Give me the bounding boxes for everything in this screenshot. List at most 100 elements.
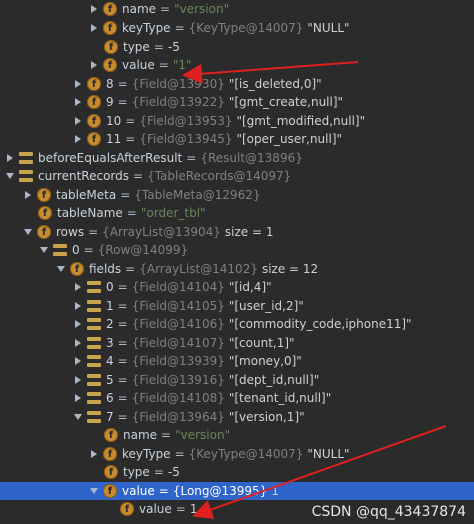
object-reference: {Result@13896}	[200, 151, 303, 165]
tree-row[interactable]: f tableName = "order_tbl"	[0, 204, 474, 222]
expand-right-icon[interactable]	[4, 152, 16, 164]
expand-right-icon[interactable]	[72, 318, 84, 330]
object-icon	[87, 281, 101, 293]
object-reference: {Field@14106}	[131, 317, 225, 331]
tree-row[interactable]: f tableMeta = {TableMeta@12962}	[0, 186, 474, 204]
tree-row[interactable]: f type = -5	[0, 38, 474, 56]
field-icon: f	[87, 132, 101, 146]
string-value: "version"	[175, 428, 231, 442]
expand-right-icon[interactable]	[72, 115, 84, 127]
tree-row[interactable]: currentRecords = {TableRecords@14097}	[0, 167, 474, 185]
variable-value: "[gmt_create,null]"	[228, 95, 344, 109]
field-icon: f	[87, 77, 101, 91]
variable-value: 1	[271, 484, 279, 498]
expand-right-icon[interactable]	[72, 96, 84, 108]
expand-right-icon[interactable]	[72, 392, 84, 404]
equals-sign: =	[174, 21, 185, 35]
variable-name: name	[123, 428, 158, 442]
variable-value: "[tenant_id,null]"	[228, 391, 332, 405]
expand-right-icon[interactable]	[72, 300, 84, 312]
tree-row[interactable]: 6 = {Field@14108} "[tenant_id,null]"	[0, 389, 474, 407]
expand-right-icon[interactable]	[88, 3, 100, 15]
tree-row[interactable]: 3 = {Field@14107} "[count,1]"	[0, 334, 474, 352]
expand-down-icon[interactable]	[22, 226, 34, 238]
equals-sign: =	[117, 391, 128, 405]
string-value: "order_tbl"	[140, 206, 206, 220]
field-icon: f	[70, 262, 84, 276]
expand-down-icon[interactable]	[4, 170, 16, 182]
field-icon: f	[104, 40, 118, 54]
equals-sign: =	[117, 77, 128, 91]
expand-right-icon[interactable]	[72, 78, 84, 90]
variable-value: "NULL"	[307, 21, 350, 35]
equals-sign: =	[126, 206, 137, 220]
tree-row[interactable]: f fields = {ArrayList@14102} size = 12	[0, 260, 474, 278]
expand-right-icon[interactable]	[72, 281, 84, 293]
tree-row[interactable]: f value = {Long@13995} 1	[0, 482, 474, 500]
equals-sign: =	[125, 114, 136, 128]
variable-name: keyType	[122, 447, 171, 461]
equals-sign: =	[88, 225, 99, 239]
object-reference: {Field@14108}	[131, 391, 225, 405]
variable-name: 6	[106, 391, 114, 405]
expand-right-icon[interactable]	[72, 355, 84, 367]
expand-down-icon[interactable]	[55, 263, 67, 275]
expand-right-icon[interactable]	[88, 59, 100, 71]
expand-right-icon[interactable]	[88, 448, 100, 460]
tree-row[interactable]: f keyType = {KeyType@14007} "NULL"	[0, 19, 474, 37]
field-icon: f	[37, 188, 51, 202]
object-reference: {Field@13953}	[139, 114, 233, 128]
field-icon: f	[103, 58, 117, 72]
tree-row[interactable]: f rows = {ArrayList@13904} size = 1	[0, 223, 474, 241]
equals-sign: =	[153, 465, 164, 479]
expand-right-icon[interactable]	[22, 189, 34, 201]
tree-row[interactable]: f value = "1"	[0, 56, 474, 74]
equals-sign: =	[117, 410, 128, 424]
equals-sign: =	[158, 58, 169, 72]
variable-value: "[user_id,2]"	[228, 299, 304, 313]
tree-row[interactable]: 0 = {Field@14104} "[id,4]"	[0, 278, 474, 296]
tree-row[interactable]: 7 = {Field@13964} "[version,1]"	[0, 408, 474, 426]
tree-row[interactable]: 1 = {Field@14105} "[user_id,2]"	[0, 297, 474, 315]
variable-name: 5	[106, 373, 114, 387]
variable-name: 0	[106, 280, 114, 294]
expand-down-icon[interactable]	[88, 485, 100, 497]
expand-down-icon[interactable]	[38, 244, 50, 256]
tree-row[interactable]: 4 = {Field@13939} "[money,0]"	[0, 352, 474, 370]
object-reference: {Field@13945}	[139, 132, 233, 146]
tree-row[interactable]: beforeEqualsAfterResult = {Result@13896}	[0, 149, 474, 167]
equals-sign: =	[175, 502, 186, 516]
equals-sign: =	[174, 447, 185, 461]
tree-row[interactable]: f name = "version"	[0, 0, 474, 18]
tree-row[interactable]: f type = -5	[0, 463, 474, 481]
tree-row[interactable]: f keyType = {KeyType@14007} "NULL"	[0, 445, 474, 463]
object-reference: {Field@13916}	[131, 373, 225, 387]
object-reference: {Field@14105}	[131, 299, 225, 313]
tree-row[interactable]: 2 = {Field@14106} "[commodity_code,iphone11…	[0, 315, 474, 333]
expand-down-icon[interactable]	[72, 411, 84, 423]
variable-name: 3	[106, 336, 114, 350]
object-reference: {TableMeta@12962}	[134, 188, 261, 202]
field-icon: f	[103, 484, 117, 498]
tree-row[interactable]: f 8 = {Field@13930} "[is_deleted,0]"	[0, 75, 474, 93]
expand-right-icon[interactable]	[72, 374, 84, 386]
variable-value: "[gmt_modified,null]"	[236, 114, 366, 128]
expand-right-icon[interactable]	[72, 337, 84, 349]
equals-sign: =	[133, 169, 144, 183]
tree-row[interactable]: 0 = {Row@14099}	[0, 241, 474, 259]
equals-sign: =	[160, 2, 171, 16]
tree-row[interactable]: 5 = {Field@13916} "[dept_id,null]"	[0, 371, 474, 389]
field-icon: f	[38, 206, 52, 220]
object-icon	[19, 152, 33, 164]
expand-right-icon[interactable]	[88, 22, 100, 34]
object-reference: {ArrayList@14102}	[139, 262, 258, 276]
object-reference: {KeyType@14007}	[188, 21, 304, 35]
tree-row[interactable]: f name = "version"	[0, 426, 474, 444]
variable-name: 8	[106, 77, 114, 91]
tree-row[interactable]: f 10 = {Field@13953} "[gmt_modified,null]"	[0, 112, 474, 130]
tree-row[interactable]: f 11 = {Field@13945} "[oper_user,null]"	[0, 130, 474, 148]
variable-value: -5	[167, 40, 180, 54]
equals-sign: =	[117, 354, 128, 368]
expand-right-icon[interactable]	[72, 133, 84, 145]
tree-row[interactable]: f 9 = {Field@13922} "[gmt_create,null]"	[0, 93, 474, 111]
